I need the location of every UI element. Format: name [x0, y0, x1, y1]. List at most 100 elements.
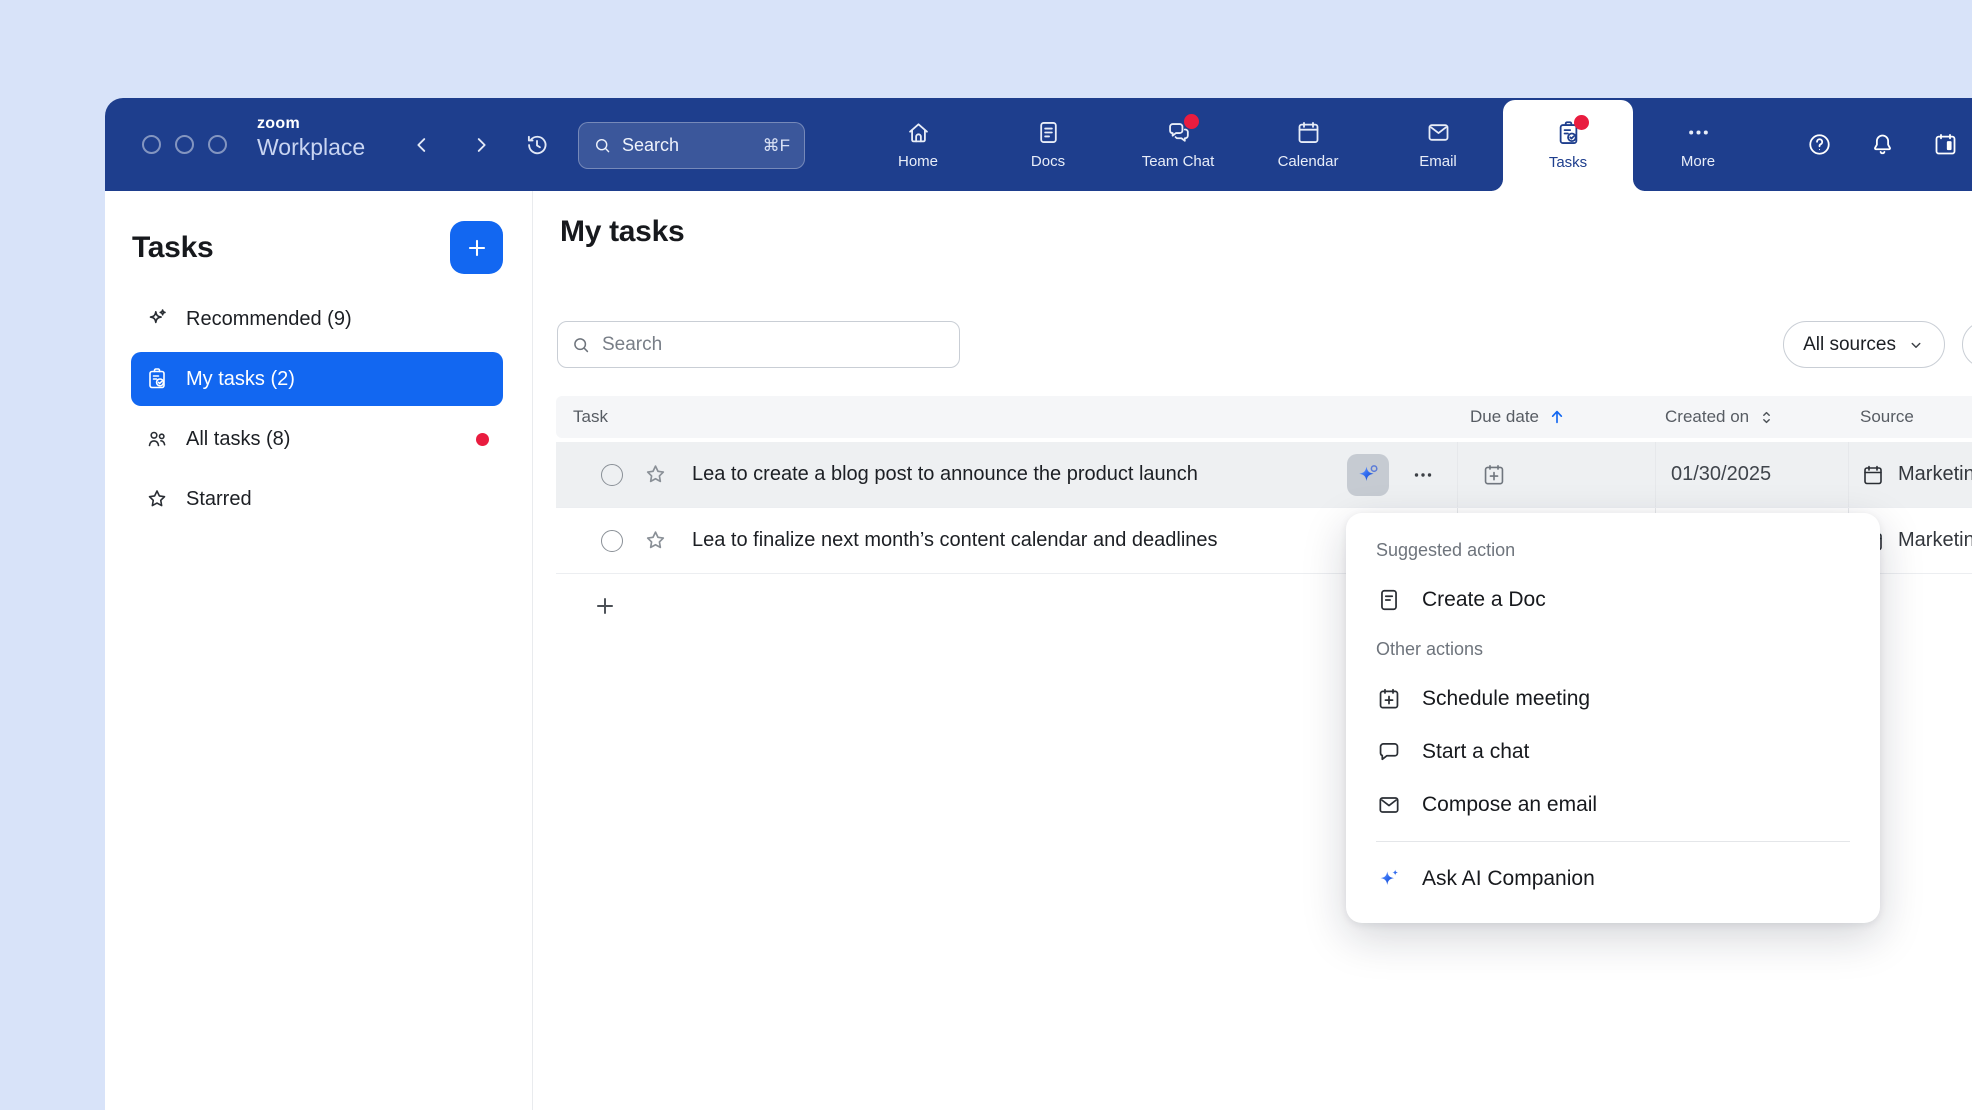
ai-companion-button[interactable] [1347, 454, 1389, 496]
menu-item-schedule-meeting[interactable]: Schedule meeting [1346, 672, 1880, 725]
tab-label: More [1681, 153, 1715, 170]
menu-item-label: Create a Doc [1422, 588, 1546, 612]
table-row[interactable]: Lea to create a blog post to announce th… [556, 442, 1972, 508]
add-task-button[interactable] [450, 221, 503, 274]
chevron-right-icon [470, 134, 492, 156]
column-header-task: Task [556, 407, 1457, 427]
table-header: Task Due date Created on Source [556, 396, 1972, 438]
plus-icon [592, 593, 618, 619]
menu-item-label: Ask AI Companion [1422, 867, 1595, 891]
search-icon [571, 335, 591, 355]
sidebar-item-label: All tasks (8) [186, 428, 290, 451]
sidebar-item-my-tasks[interactable]: My tasks (2) [131, 352, 503, 406]
calendar-icon [1861, 463, 1885, 487]
unread-badge [476, 433, 489, 446]
global-search-button[interactable]: Search ⌘F [578, 122, 805, 169]
menu-item-label: Schedule meeting [1422, 687, 1590, 711]
menu-item-label: Start a chat [1422, 740, 1529, 764]
tab-home[interactable]: Home [853, 98, 983, 191]
window-controls [142, 135, 227, 154]
task-search-input[interactable] [600, 333, 946, 357]
forward-button[interactable] [467, 131, 495, 159]
top-navbar: zoom Workplace Search ⌘F Home Docs [105, 98, 1972, 191]
plus-icon [464, 235, 490, 261]
email-icon [1425, 119, 1452, 146]
sidebar-title: Tasks [132, 231, 213, 265]
menu-item-create-doc[interactable]: Create a Doc [1346, 573, 1880, 626]
column-header-created-on[interactable]: Created on [1665, 407, 1848, 427]
tasks-sidebar: Tasks Recommended (9) My tasks (2) All t… [105, 191, 533, 1110]
add-due-date-icon[interactable] [1481, 462, 1507, 488]
ai-companion-icon [1376, 866, 1402, 892]
window-zoom-button[interactable] [208, 135, 227, 154]
logo-workplace-text: Workplace [257, 136, 365, 159]
menu-item-ask-ai-companion[interactable]: Ask AI Companion [1346, 852, 1880, 905]
task-title: Lea to create a blog post to announce th… [692, 463, 1198, 486]
contacts-panel-icon[interactable] [1932, 131, 1959, 158]
more-icon [1685, 119, 1712, 146]
notifications-icon[interactable] [1869, 131, 1896, 158]
window-close-button[interactable] [142, 135, 161, 154]
chevron-left-icon [411, 134, 433, 156]
tab-calendar[interactable]: Calendar [1243, 98, 1373, 191]
sort-toggle-icon [1757, 408, 1776, 427]
chevron-down-icon [1907, 336, 1925, 354]
tab-docs[interactable]: Docs [983, 98, 1113, 191]
chat-bubble-icon [1376, 739, 1402, 765]
unread-badge [1184, 114, 1199, 129]
task-complete-checkbox[interactable] [601, 464, 623, 486]
sparkle-icon [145, 307, 169, 331]
ellipsis-icon [1411, 463, 1435, 487]
page-title: My tasks [560, 215, 684, 249]
sort-ascending-icon [1547, 407, 1567, 427]
window-minimize-button[interactable] [175, 135, 194, 154]
suggested-action-label: Suggested action [1346, 527, 1880, 573]
star-icon [145, 487, 169, 511]
history-button[interactable] [523, 131, 551, 159]
star-icon[interactable] [643, 462, 668, 487]
source-label: Marketing [1898, 463, 1972, 486]
global-search-placeholder: Search [622, 135, 679, 156]
menu-item-start-chat[interactable]: Start a chat [1346, 725, 1880, 778]
sidebar-item-recommended[interactable]: Recommended (9) [131, 292, 503, 346]
star-icon[interactable] [643, 528, 668, 553]
ai-sparkle-icon [1355, 462, 1381, 488]
help-icon[interactable] [1806, 131, 1833, 158]
navbar-right-actions [1806, 131, 1959, 158]
menu-item-compose-email[interactable]: Compose an email [1346, 778, 1880, 831]
logo-zoom-text: zoom [257, 116, 365, 132]
tab-label: Team Chat [1142, 153, 1215, 170]
menu-divider [1376, 841, 1850, 842]
created-on-cell: 01/30/2025 [1655, 442, 1848, 507]
envelope-icon [1376, 792, 1402, 818]
back-button[interactable] [408, 131, 436, 159]
tab-more[interactable]: More [1633, 98, 1763, 191]
tab-label: Home [898, 153, 938, 170]
unread-badge [1574, 115, 1589, 130]
tab-email[interactable]: Email [1373, 98, 1503, 191]
tab-label: Docs [1031, 153, 1065, 170]
home-icon [905, 119, 932, 146]
calendar-icon [1295, 119, 1322, 146]
column-header-due-date[interactable]: Due date [1470, 407, 1655, 427]
task-complete-checkbox[interactable] [601, 530, 623, 552]
sidebar-item-label: My tasks (2) [186, 368, 295, 391]
all-sources-filter[interactable]: All sources [1783, 321, 1945, 368]
task-more-menu-button[interactable] [1411, 463, 1435, 487]
tab-tasks[interactable]: Tasks [1503, 100, 1633, 191]
source-label: Marketing [1898, 529, 1972, 552]
sidebar-item-starred[interactable]: Starred [131, 472, 503, 526]
history-icon [524, 132, 550, 158]
task-search-field[interactable] [557, 321, 960, 368]
sidebar-item-all-tasks[interactable]: All tasks (8) [131, 412, 503, 466]
tab-label: Email [1419, 153, 1457, 170]
other-actions-label: Other actions [1346, 626, 1880, 672]
tab-team-chat[interactable]: Team Chat [1113, 98, 1243, 191]
docs-icon [1035, 119, 1062, 146]
filter-button-cutoff[interactable] [1962, 321, 1972, 368]
sidebar-menu: Recommended (9) My tasks (2) All tasks (… [105, 292, 532, 526]
people-icon [145, 427, 169, 451]
all-sources-label: All sources [1803, 334, 1896, 356]
menu-item-label: Compose an email [1422, 793, 1597, 817]
zoom-workplace-logo: zoom Workplace [257, 116, 365, 159]
